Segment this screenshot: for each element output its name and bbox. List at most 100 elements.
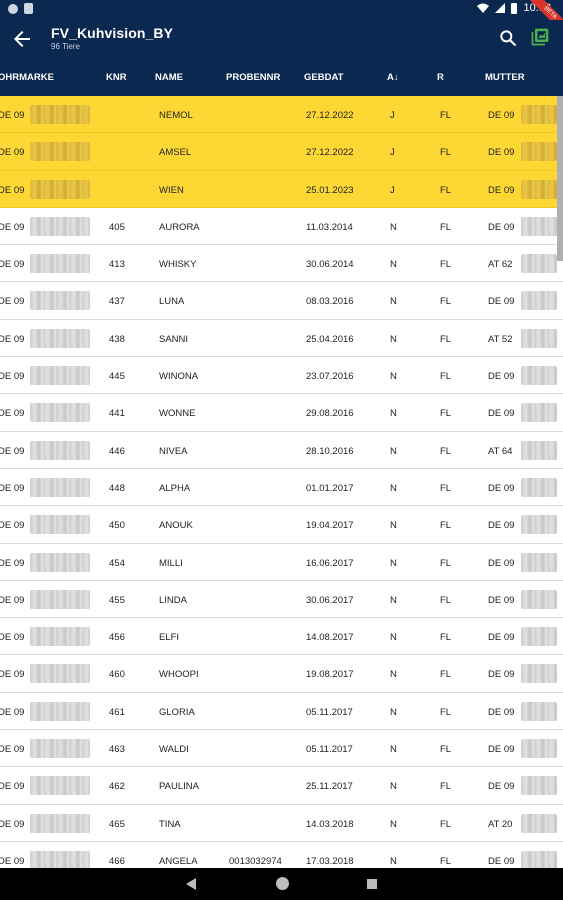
table-row[interactable]: DE 09 405 AURORA 11.03.2014 N FL DE 09 [0, 208, 563, 246]
table-row[interactable]: DE 09 413 WHISKY 30.06.2014 N FL AT 62 [0, 245, 563, 283]
cell-gebdat: 01.01.2017 [306, 482, 354, 494]
redacted-mutter-block [521, 105, 557, 124]
cell-gebdat: 17.03.2018 [306, 855, 354, 867]
table-row[interactable]: DE 09 460 WHOOPI 19.08.2017 N FL DE 09 [0, 655, 563, 693]
redacted-ohrmarke-block [30, 366, 90, 386]
cell-gebdat: 25.04.2016 [306, 333, 354, 345]
clipboard-icon [24, 3, 33, 14]
cell-gebdat: 19.08.2017 [306, 669, 354, 681]
cell-r: FL [440, 147, 452, 159]
table-row[interactable]: DE 09 446 NIVEA 28.10.2016 N FL AT 64 [0, 432, 563, 469]
excel-export-icon[interactable] [530, 27, 550, 47]
table-row[interactable]: DE 09 445 WINONA 23.07.2016 N FL DE 09 [0, 357, 563, 395]
table-row[interactable]: DE 09 438 SANNI 25.04.2016 N FL AT 52 [0, 320, 563, 358]
cell-mutter: DE 09 [488, 632, 515, 644]
column-header-gebdat[interactable]: GEBDAT [304, 72, 343, 83]
table-row[interactable]: DE 09 450 ANOUK 19.04.2017 N FL DE 09 [0, 506, 563, 544]
redacted-ohrmarke-block [30, 589, 90, 609]
cell-ohrmarke: DE 09 [0, 333, 25, 345]
cell-mutter: DE 09 [488, 520, 515, 532]
cell-name: ALPHA [159, 482, 191, 494]
cell-r: FL [440, 184, 452, 196]
cell-knr: 446 [109, 445, 125, 457]
table-row[interactable]: DE 09 463 WALDI 05.11.2017 N FL DE 09 [0, 730, 563, 768]
cell-knr: 448 [109, 482, 125, 494]
cell-a: N [390, 482, 397, 494]
table-row[interactable]: DE 09 NEMOL 27.12.2022 J FL DE 09 [0, 96, 563, 134]
table-row[interactable]: DE 09 441 WONNE 29.08.2016 N FL DE 09 [0, 394, 563, 432]
redacted-ohrmarke-block [30, 216, 90, 236]
column-header-r[interactable]: R [437, 72, 444, 83]
cell-a: N [390, 669, 397, 681]
nav-home-icon[interactable] [276, 877, 289, 890]
cell-r: FL [440, 110, 452, 121]
redacted-mutter-block [521, 254, 557, 274]
column-header-probennr[interactable]: PROBENNR [226, 72, 280, 83]
cell-mutter: DE 09 [488, 221, 515, 233]
cell-knr: 455 [109, 594, 125, 606]
back-arrow-icon[interactable] [10, 27, 34, 51]
redacted-ohrmarke-block [30, 813, 90, 833]
cell-ohrmarke: DE 09 [0, 855, 25, 867]
cell-ohrmarke: DE 09 [0, 557, 25, 569]
redacted-mutter-block [521, 813, 557, 833]
cell-gebdat: 16.06.2017 [306, 557, 354, 569]
system-navigation-bar [0, 868, 563, 900]
redacted-ohrmarke-block [30, 254, 90, 274]
redacted-mutter-block [521, 552, 557, 572]
cell-mutter: DE 09 [488, 594, 515, 606]
signal-icon [495, 3, 506, 13]
cell-a: N [390, 855, 397, 867]
table-row[interactable]: DE 09 437 LUNA 08.03.2016 N FL DE 09 [0, 282, 563, 320]
redacted-ohrmarke-block [30, 552, 90, 572]
redacted-ohrmarke-block [30, 142, 90, 162]
cell-ohrmarke: DE 09 [0, 184, 25, 196]
cell-gebdat: 05.11.2017 [306, 744, 353, 756]
cell-ohrmarke: DE 09 [0, 259, 25, 271]
table-row[interactable]: DE 09 455 LINDA 30.06.2017 N FL DE 09 [0, 581, 563, 619]
table-row[interactable]: DE 09 465 TINA 14.03.2018 N FL AT 20 [0, 805, 563, 842]
cell-r: FL [440, 632, 452, 644]
column-header-ohrmarke[interactable]: OHRMARKE [0, 72, 54, 83]
table-row[interactable]: DE 09 WIEN 25.01.2023 J FL DE 09 [0, 170, 563, 208]
table-row[interactable]: DE 09 461 GLORIA 05.11.2017 N FL DE 09 [0, 693, 563, 731]
nav-recents-icon[interactable] [367, 879, 377, 889]
column-header-a-sorted[interactable]: A↓ [387, 72, 399, 83]
cell-gebdat: 19.04.2017 [306, 520, 354, 532]
column-header-knr[interactable]: KNR [106, 72, 127, 83]
cell-gebdat: 30.06.2014 [306, 259, 354, 271]
cell-ohrmarke: DE 09 [0, 408, 25, 420]
cell-name: AMSEL [159, 147, 192, 159]
search-icon[interactable] [498, 28, 518, 48]
cell-name: PAULINA [159, 781, 199, 793]
cell-r: FL [440, 744, 452, 756]
cell-mutter: AT 20 [488, 818, 513, 830]
column-header-name[interactable]: NAME [155, 72, 183, 83]
cell-name: ELFI [159, 632, 180, 644]
cell-r: FL [440, 408, 452, 420]
table-row[interactable]: DE 09 AMSEL 27.12.2022 J FL DE 09 [0, 133, 563, 171]
nav-back-icon[interactable] [186, 878, 196, 890]
column-header-mutter[interactable]: MUTTER [485, 72, 525, 83]
table-row[interactable]: DE 09 456 ELFI 14.08.2017 N FL DE 09 [0, 618, 563, 656]
cell-gebdat: 14.08.2017 [306, 632, 354, 644]
cell-ohrmarke: DE 09 [0, 221, 25, 233]
scrollbar-thumb[interactable] [557, 96, 563, 261]
cell-mutter: DE 09 [488, 706, 515, 718]
cell-knr: 438 [109, 333, 125, 345]
cell-ohrmarke: DE 09 [0, 520, 25, 532]
cell-name: WIEN [159, 184, 184, 196]
table-row[interactable]: DE 09 448 ALPHA 01.01.2017 N FL DE 09 [0, 469, 563, 507]
cell-knr: 461 [109, 706, 125, 718]
cell-r: FL [440, 482, 452, 494]
app-bar: FV_Kuhvision_BY 96 Tiere [0, 20, 563, 58]
table-row[interactable]: DE 09 454 MILLI 16.06.2017 N FL DE 09 [0, 544, 563, 581]
table-row[interactable]: DE 09 466 ANGELA 0013032974 17.03.2018 N FL DE … [0, 842, 563, 868]
status-left-icons [8, 3, 33, 14]
cell-knr: 465 [109, 818, 125, 830]
cell-ohrmarke: DE 09 [0, 632, 25, 644]
table-row[interactable]: DE 09 462 PAULINA 25.11.2017 N FL DE 09 [0, 767, 563, 805]
redacted-mutter-block [521, 179, 557, 199]
cell-mutter: DE 09 [488, 669, 515, 681]
redacted-mutter-block [521, 664, 557, 684]
